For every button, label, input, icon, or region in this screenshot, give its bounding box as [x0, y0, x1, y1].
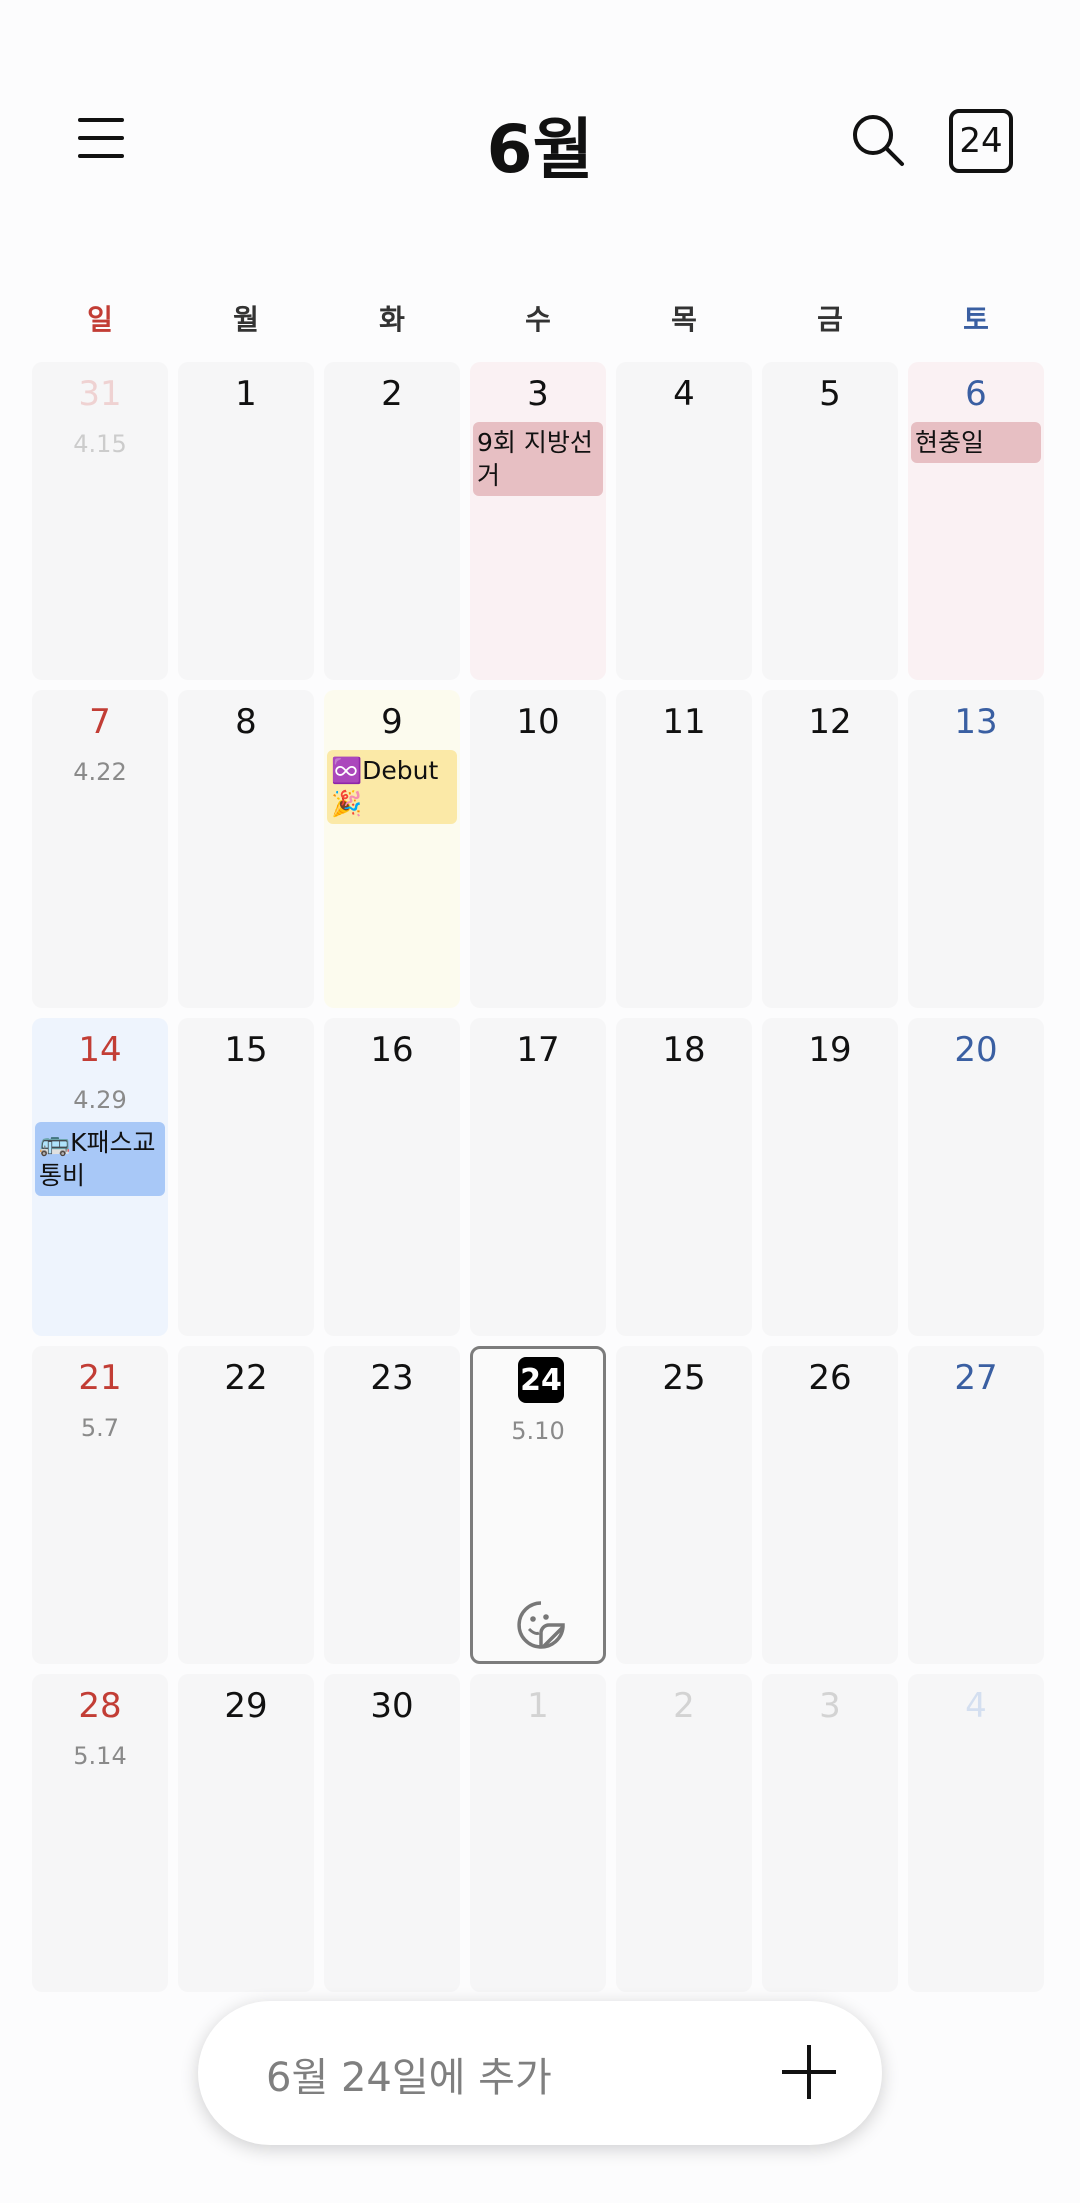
day-cell[interactable]: 18 [616, 1018, 752, 1336]
weekday-saturday: 토 [963, 303, 989, 336]
day-cell[interactable]: 24 5.10 [470, 1346, 606, 1664]
day-cell[interactable]: 4 [616, 362, 752, 680]
day-number: 3 [527, 374, 549, 414]
add-plus-icon[interactable] [782, 2045, 836, 2099]
lunar-date: 5.14 [73, 1742, 127, 1770]
day-cell[interactable]: 27 [908, 1346, 1044, 1664]
day-cell[interactable]: 10 [470, 690, 606, 1008]
day-number: 31 [78, 374, 122, 414]
lunar-date: 5.7 [80, 1414, 120, 1442]
day-number: 13 [954, 702, 998, 742]
day-cell[interactable]: 2 [324, 362, 460, 680]
day-number: 1 [235, 374, 257, 414]
lunar-date: 5.10 [511, 1417, 565, 1445]
lunar-date: 4.29 [73, 1086, 127, 1114]
lunar-date: 4.22 [73, 758, 127, 786]
day-cell[interactable]: 23 [324, 1346, 460, 1664]
month-grid: 31 4.15 1 2 3 9회 지방선거 4 5 6 현충일 7 4.22 8 9 ♾️Debut🎉 10 1… [32, 362, 1048, 1992]
day-cell[interactable]: 17 [470, 1018, 606, 1336]
day-number: 23 [370, 1358, 414, 1398]
day-cell[interactable]: 11 [616, 690, 752, 1008]
day-number: 14 [78, 1030, 122, 1070]
sticker-icon[interactable] [515, 1599, 567, 1651]
day-number: 2 [381, 374, 403, 414]
day-number: 7 [89, 702, 111, 742]
day-cell[interactable]: 22 [178, 1346, 314, 1664]
today-button[interactable]: 24 [949, 109, 1013, 173]
weekday-friday: 금 [817, 303, 843, 336]
day-cell[interactable]: 1 [470, 1674, 606, 1992]
weekday-wednesday: 수 [525, 303, 551, 336]
day-number: 15 [224, 1030, 268, 1070]
day-cell[interactable]: 2 [616, 1674, 752, 1992]
month-title[interactable]: 6월 [0, 96, 1080, 192]
day-cell[interactable]: 13 [908, 690, 1044, 1008]
day-number: 30 [370, 1686, 414, 1726]
day-number: 8 [235, 702, 257, 742]
day-cell[interactable]: 25 [616, 1346, 752, 1664]
day-number: 11 [662, 702, 706, 742]
day-cell[interactable]: 7 4.22 [32, 690, 168, 1008]
weekday-header: 일 월 화 수 목 금 토 [32, 298, 1048, 342]
day-number: 22 [224, 1358, 268, 1398]
day-number: 18 [662, 1030, 706, 1070]
weekday-sunday: 일 [87, 303, 113, 336]
day-cell[interactable]: 3 9회 지방선거 [470, 362, 606, 680]
day-cell[interactable]: 29 [178, 1674, 314, 1992]
day-cell[interactable]: 16 [324, 1018, 460, 1336]
day-cell[interactable]: 3 [762, 1674, 898, 1992]
day-cell[interactable]: 9 ♾️Debut🎉 [324, 690, 460, 1008]
day-number: 17 [516, 1030, 560, 1070]
day-number: 29 [224, 1686, 268, 1726]
weekday-thursday: 목 [671, 303, 697, 336]
lunar-date: 4.15 [73, 430, 127, 458]
day-number: 21 [78, 1358, 122, 1398]
day-number: 4 [965, 1686, 987, 1726]
day-number: 6 [965, 374, 987, 414]
day-number: 28 [78, 1686, 122, 1726]
day-number: 9 [381, 702, 403, 742]
day-cell[interactable]: 19 [762, 1018, 898, 1336]
today-date-badge: 24 [518, 1357, 564, 1403]
day-cell[interactable]: 12 [762, 690, 898, 1008]
event-chip[interactable]: ♾️Debut🎉 [327, 750, 457, 824]
weekday-tuesday: 화 [379, 303, 405, 336]
quick-add-text[interactable]: 6월 24일에 추가 [266, 2045, 552, 2103]
day-number: 5 [819, 374, 841, 414]
day-cell[interactable]: 4 [908, 1674, 1044, 1992]
event-chip[interactable]: 🚌K패스교통비 [35, 1122, 165, 1196]
day-cell[interactable]: 14 4.29 🚌K패스교통비 [32, 1018, 168, 1336]
day-number: 25 [662, 1358, 706, 1398]
day-cell[interactable]: 20 [908, 1018, 1044, 1336]
day-cell[interactable]: 1 [178, 362, 314, 680]
day-cell[interactable]: 6 현충일 [908, 362, 1044, 680]
day-number: 10 [516, 702, 560, 742]
day-cell[interactable]: 31 4.15 [32, 362, 168, 680]
day-number: 27 [954, 1358, 998, 1398]
day-cell[interactable]: 30 [324, 1674, 460, 1992]
event-chip[interactable]: 9회 지방선거 [473, 422, 603, 496]
day-number: 4 [673, 374, 695, 414]
day-number: 3 [819, 1686, 841, 1726]
day-cell[interactable]: 8 [178, 690, 314, 1008]
quick-add-bar[interactable]: 6월 24일에 추가 [198, 2001, 882, 2145]
day-number: 16 [370, 1030, 414, 1070]
day-number: 20 [954, 1030, 998, 1070]
day-cell[interactable]: 26 [762, 1346, 898, 1664]
weekday-monday: 월 [233, 303, 259, 336]
day-number: 19 [808, 1030, 852, 1070]
search-icon[interactable] [848, 110, 908, 170]
day-cell[interactable]: 28 5.14 [32, 1674, 168, 1992]
day-number: 1 [527, 1686, 549, 1726]
day-cell[interactable]: 5 [762, 362, 898, 680]
day-cell[interactable]: 15 [178, 1018, 314, 1336]
app-header: 6월 24 [0, 0, 1080, 230]
event-chip[interactable]: 현충일 [911, 422, 1041, 463]
day-number: 12 [808, 702, 852, 742]
day-number: 26 [808, 1358, 852, 1398]
day-number: 2 [673, 1686, 695, 1726]
day-cell[interactable]: 21 5.7 [32, 1346, 168, 1664]
